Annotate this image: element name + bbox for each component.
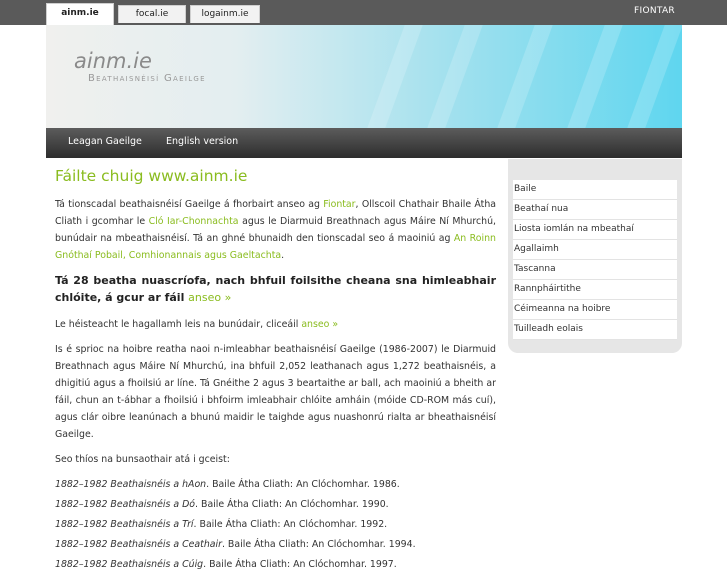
fiontar-link[interactable]: FIONTAR [634,6,675,16]
sidebar-item-full-list[interactable]: Liosta iomlán na mbeathaí [513,220,677,240]
new-lives-callout: Tá 28 beatha nuascríofa, nach bhfuil foi… [55,272,496,306]
reference-item: 1882–1982 Beathaisnéis a hAon. Baile Áth… [55,476,496,493]
interview-text: Le héisteacht le hagallamh leis na bunúd… [55,319,302,330]
cic-link[interactable]: Cló Iar-Chonnachta [149,216,239,227]
intro-text-4: . [281,250,285,261]
interview-paragraph: Le héisteacht le hagallamh leis na bunúd… [55,316,496,333]
top-bar: ainm.ie focal.ie logainm.ie FIONTAR [0,0,727,26]
main-nav: Leagan Gaeilge English version [46,128,682,158]
tab-focal[interactable]: focal.ie [118,5,186,23]
reference-title: 1882–1982 Beathaisnéis a Trí [55,519,194,530]
sidebar-item-participants[interactable]: Rannpháirtithe [513,280,677,300]
reference-title: 1882–1982 Beathaisnéis a hAon [55,479,207,490]
sidebar: Baile Beathaí nua Liosta iomlán na mbeat… [508,159,682,353]
header-banner: ainm.ie Beathaisnéisí Gaeilge [46,25,682,128]
sidebar-item-work-stages[interactable]: Céimeanna na hoibre [513,300,677,320]
new-lives-text: Tá 28 beatha nuascríofa, nach bhfuil foi… [55,274,496,304]
intro-paragraph: Tá tionscadal beathaisnéisí Gaeilge á fh… [55,196,496,264]
reference-publisher: . Baile Átha Cliath: An Clóchomhar. 1986… [206,479,400,490]
sidebar-item-home[interactable]: Baile [513,180,677,200]
sidebar-item-more-info[interactable]: Tuilleadh eolais [513,320,677,340]
reference-title: 1882–1982 Beathaisnéis a Dó [55,499,196,510]
site-subtitle: Beathaisnéisí Gaeilge [88,73,206,84]
sidebar-item-new-lives[interactable]: Beathaí nua [513,200,677,220]
new-lives-link[interactable]: anseo » [188,291,231,304]
reference-item: 1882–1982 Beathaisnéis a Dó. Baile Átha … [55,496,496,513]
reference-publisher: . Baile Átha Cliath: An Clóchomhar. 1997… [203,559,397,570]
reference-item: 1882–1982 Beathaisnéis a Cúig. Baile Áth… [55,556,496,573]
sidebar-item-interviews[interactable]: Agallaimh [513,240,677,260]
reference-publisher: . Baile Átha Cliath: An Clóchomhar. 1990… [195,499,389,510]
sources-intro: Seo thíos na bunsaothair atá i gceist: [55,454,230,465]
reference-publisher: . Baile Átha Cliath: An Clóchomhar. 1992… [193,519,388,530]
fiontar-inline-link[interactable]: Fiontar [323,199,355,210]
aim-paragraph: Is é sprioc na hoibre reatha naoi n-imle… [55,344,496,440]
tab-logainm[interactable]: logainm.ie [190,5,260,23]
main-content: Fáilte chuig www.ainm.ie Tá tionscadal b… [55,166,496,576]
interview-link[interactable]: anseo » [301,319,338,330]
sidebar-item-tasks[interactable]: Tascanna [513,260,677,280]
nav-irish-version[interactable]: Leagan Gaeilge [68,128,142,158]
reference-title: 1882–1982 Beathaisnéis a Cúig [55,559,204,570]
page-title: Fáilte chuig www.ainm.ie [55,167,248,185]
nav-english-version[interactable]: English version [166,128,238,158]
sidebar-menu: Baile Beathaí nua Liosta iomlán na mbeat… [513,180,677,340]
reference-item: 1882–1982 Beathaisnéis a Trí. Baile Átha… [55,516,496,533]
intro-text-1: Tá tionscadal beathaisnéisí Gaeilge á fh… [55,199,324,210]
tab-ainm[interactable]: ainm.ie [46,3,114,26]
site-title[interactable]: ainm.ie [74,49,152,73]
